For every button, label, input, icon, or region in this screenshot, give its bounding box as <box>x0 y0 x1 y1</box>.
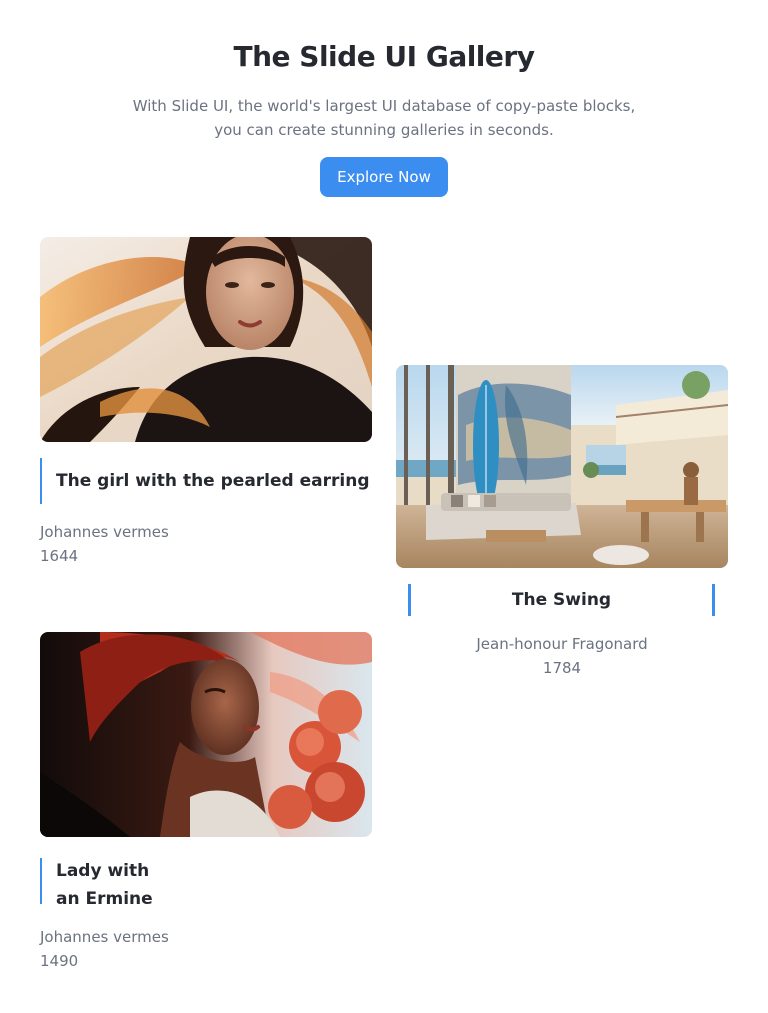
artwork-title-line-1: Lady with <box>56 861 150 881</box>
artwork-year: 1784 <box>542 659 582 677</box>
artwork-meta: Johannes vermes 1490 <box>40 925 169 973</box>
artwork-title: Lady with an Ermine <box>56 857 153 913</box>
artwork-year: 1490 <box>40 952 79 970</box>
artwork-meta: Johannes vermes 1644 <box>40 520 169 568</box>
artwork-meta: Jean-honour Fragonard 1784 <box>396 632 728 680</box>
page-subtitle: With Slide UI, the world's largest UI da… <box>104 94 664 142</box>
artwork-artist: Johannes vermes <box>40 928 169 946</box>
artwork-image-the-swing[interactable] <box>396 365 728 568</box>
artwork-image-pearled-earring[interactable] <box>40 237 372 442</box>
artwork-title: The girl with the pearled earring <box>56 471 370 491</box>
subtitle-line-2: you can create stunning galleries in sec… <box>214 121 554 139</box>
artwork-title-line-2: an Ermine <box>56 889 153 909</box>
artwork-title: The Swing <box>511 590 612 610</box>
accent-bar <box>40 458 42 504</box>
artwork-year: 1644 <box>40 547 79 565</box>
accent-bar <box>40 858 42 904</box>
artwork-artist: Jean-honour Fragonard <box>476 635 648 653</box>
artwork-artist: Johannes vermes <box>40 523 169 541</box>
page-title: The Slide UI Gallery <box>233 40 535 73</box>
artwork-image-lady-with-ermine[interactable] <box>40 632 372 837</box>
explore-now-button[interactable]: Explore Now <box>320 157 448 197</box>
subtitle-line-1: With Slide UI, the world's largest UI da… <box>132 97 636 115</box>
accent-bar-right <box>712 584 715 616</box>
